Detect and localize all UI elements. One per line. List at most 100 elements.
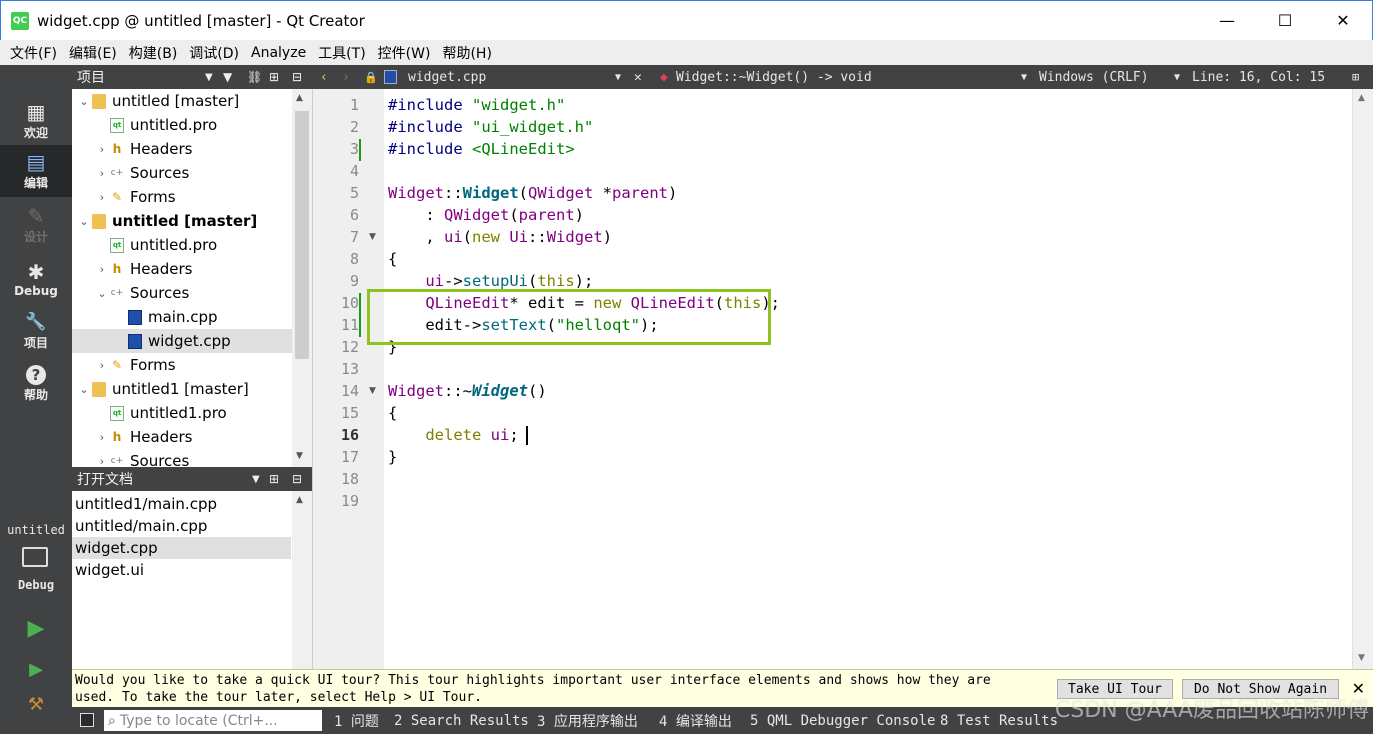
tree-item[interactable]: › ✎ Forms	[72, 353, 292, 377]
menu-tools[interactable]: 工具(T)	[312, 43, 371, 63]
tree-item[interactable]: ⌄ untitled1 [master]	[72, 377, 292, 401]
menu-file[interactable]: 文件(F)	[4, 43, 63, 63]
pane-qml-debugger-console[interactable]: 5 QML Debugger Console	[750, 707, 935, 734]
close-button[interactable]: ✕	[1314, 1, 1372, 39]
split-icon[interactable]: ⊞	[269, 472, 279, 486]
pane-search-results[interactable]: 2 Search Results	[394, 707, 529, 734]
tree-item-label: Headers	[130, 140, 193, 158]
tree-item[interactable]: qt untitled1.pro	[72, 401, 292, 425]
tree-item[interactable]: › ✎ Forms	[72, 185, 292, 209]
collapsed-arrow-icon[interactable]: ›	[94, 167, 110, 180]
pane-compile-output[interactable]: 4 编译输出	[659, 707, 732, 734]
maximize-button[interactable]: ☐	[1256, 1, 1314, 39]
tree-item-label: Forms	[130, 356, 176, 374]
mode-welcome[interactable]: ▦ 欢迎	[0, 95, 72, 147]
project-folder-icon	[92, 93, 106, 109]
mode-edit[interactable]: ▤ 编辑	[0, 145, 72, 197]
chevron-down-icon[interactable]: ▼	[205, 72, 213, 83]
tree-item[interactable]: › h Headers	[72, 137, 292, 161]
project-tree-scrollbar[interactable]: ▲ ▼	[292, 89, 312, 467]
monitor-icon[interactable]	[22, 547, 48, 567]
kit-build-mode[interactable]: Debug	[0, 578, 72, 592]
tree-item[interactable]: › h Headers	[72, 257, 292, 281]
mode-projects[interactable]: 🔧 项目	[0, 305, 72, 357]
menu-widgets[interactable]: 控件(W)	[372, 43, 437, 63]
open-document-item[interactable]: untitled1/main.cpp	[72, 493, 291, 515]
ui-tour-message: Would you like to take a quick UI tour? …	[75, 673, 991, 705]
menu-debug[interactable]: 调试(D)	[183, 43, 245, 63]
filter-icon[interactable]: ▼	[223, 70, 232, 84]
tree-item[interactable]: › c+ Sources	[72, 161, 292, 185]
current-file[interactable]: widget.cpp	[408, 65, 486, 89]
run-icon[interactable]: ▶	[25, 616, 47, 641]
line-number: 19	[340, 492, 359, 510]
chevron-down-icon[interactable]: ▼	[1021, 65, 1027, 89]
menu-build[interactable]: 构建(B)	[123, 43, 184, 63]
tree-item[interactable]: qt untitled.pro	[72, 233, 292, 257]
code-line: Widget::Widget(QWidget *parent)	[388, 184, 678, 202]
chevron-down-icon[interactable]: ▼	[252, 474, 260, 485]
close-pane-icon[interactable]: ⊟	[292, 472, 302, 486]
back-icon[interactable]: ‹	[320, 65, 328, 89]
expanded-arrow-icon[interactable]: ⌄	[76, 215, 92, 228]
open-document-item[interactable]: untitled/main.cpp	[72, 515, 291, 537]
split-icon[interactable]: ⊞	[269, 70, 279, 84]
pro-file-icon: qt	[110, 117, 124, 133]
tree-item[interactable]: ⌄ c+ Sources	[72, 281, 292, 305]
tree-item[interactable]: › c+ Sources	[72, 449, 292, 467]
scrollbar-thumb[interactable]	[295, 111, 309, 359]
tree-item[interactable]: main.cpp	[72, 305, 292, 329]
cursor-position[interactable]: Line: 16, Col: 15	[1192, 65, 1325, 89]
tree-item[interactable]: ⌄ untitled [master]	[72, 209, 292, 233]
tree-item[interactable]: ⌄ untitled [master]	[72, 89, 292, 113]
forward-icon[interactable]: ›	[342, 65, 350, 89]
collapsed-arrow-icon[interactable]: ›	[94, 455, 110, 468]
menu-edit[interactable]: 编辑(E)	[63, 43, 123, 63]
collapsed-arrow-icon[interactable]: ›	[94, 143, 110, 156]
pro-file-icon: qt	[110, 405, 124, 421]
line-number: 8	[349, 250, 359, 268]
tree-item[interactable]: › h Headers	[72, 425, 292, 449]
open-document-item[interactable]: widget.cpp	[72, 537, 291, 559]
locator-input[interactable]: ⌕ Type to locate (Ctrl+...	[104, 710, 322, 731]
collapsed-arrow-icon[interactable]: ›	[94, 263, 110, 276]
hammer-icon[interactable]: ⚒	[25, 692, 47, 716]
code-editor[interactable]: ▼ ▼ 1 2 3 4 5 6 7 8 9 10 11 12 13 14 15 16 17 18 19 #inclu…	[312, 89, 1373, 669]
expanded-arrow-icon[interactable]: ⌄	[76, 383, 92, 396]
pane-application-output[interactable]: 3 应用程序输出	[537, 707, 638, 734]
fold-arrow-icon[interactable]: ▼	[369, 232, 376, 242]
collapsed-arrow-icon[interactable]: ›	[94, 359, 110, 372]
mode-debug[interactable]: ✱ Debug	[0, 253, 72, 305]
mode-help[interactable]: ? 帮助	[0, 358, 72, 410]
menu-analyze[interactable]: Analyze	[245, 45, 312, 61]
link-icon[interactable]: ⛓	[247, 70, 262, 84]
fold-arrow-icon[interactable]: ▼	[369, 386, 376, 396]
mode-design[interactable]: ✎ 设计	[0, 199, 72, 251]
editor-scrollbar[interactable]: ▲ ▼	[1352, 89, 1373, 669]
tree-item[interactable]: widget.cpp	[72, 329, 292, 353]
menu-help[interactable]: 帮助(H)	[436, 43, 497, 63]
title-bar: QC widget.cpp @ untitled [master] - Qt C…	[0, 0, 1373, 40]
pane-issues[interactable]: 1 问题	[334, 707, 379, 734]
line-ending-selector[interactable]: Windows (CRLF)	[1039, 65, 1149, 89]
code-text[interactable]: #include "widget.h" #include "ui_widget.…	[367, 89, 1352, 669]
expanded-arrow-icon[interactable]: ⌄	[76, 95, 92, 108]
symbol-selector[interactable]: Widget::~Widget() -> void	[676, 65, 872, 89]
chevron-down-icon[interactable]: ▼	[615, 65, 621, 89]
chevron-down-icon[interactable]: ▼	[1174, 65, 1180, 89]
collapsed-arrow-icon[interactable]: ›	[94, 191, 110, 204]
expanded-arrow-icon[interactable]: ⌄	[94, 287, 110, 300]
project-folder-icon	[92, 213, 106, 229]
split-icon[interactable]: ⊞	[1352, 65, 1359, 89]
open-document-item[interactable]: widget.ui	[72, 559, 291, 581]
toggle-sidebar-icon[interactable]	[80, 713, 94, 727]
method-icon: ◆	[660, 69, 668, 85]
collapsed-arrow-icon[interactable]: ›	[94, 431, 110, 444]
debug-run-icon[interactable]: ▶	[25, 657, 47, 681]
tree-item[interactable]: qt untitled.pro	[72, 113, 292, 137]
close-document-icon[interactable]: ✕	[634, 65, 642, 89]
open-docs-scrollbar[interactable]: ▲	[292, 491, 312, 669]
pane-test-results[interactable]: 8 Test Results	[940, 707, 1058, 734]
minimize-button[interactable]: —	[1198, 1, 1256, 39]
close-pane-icon[interactable]: ⊟	[292, 70, 302, 84]
